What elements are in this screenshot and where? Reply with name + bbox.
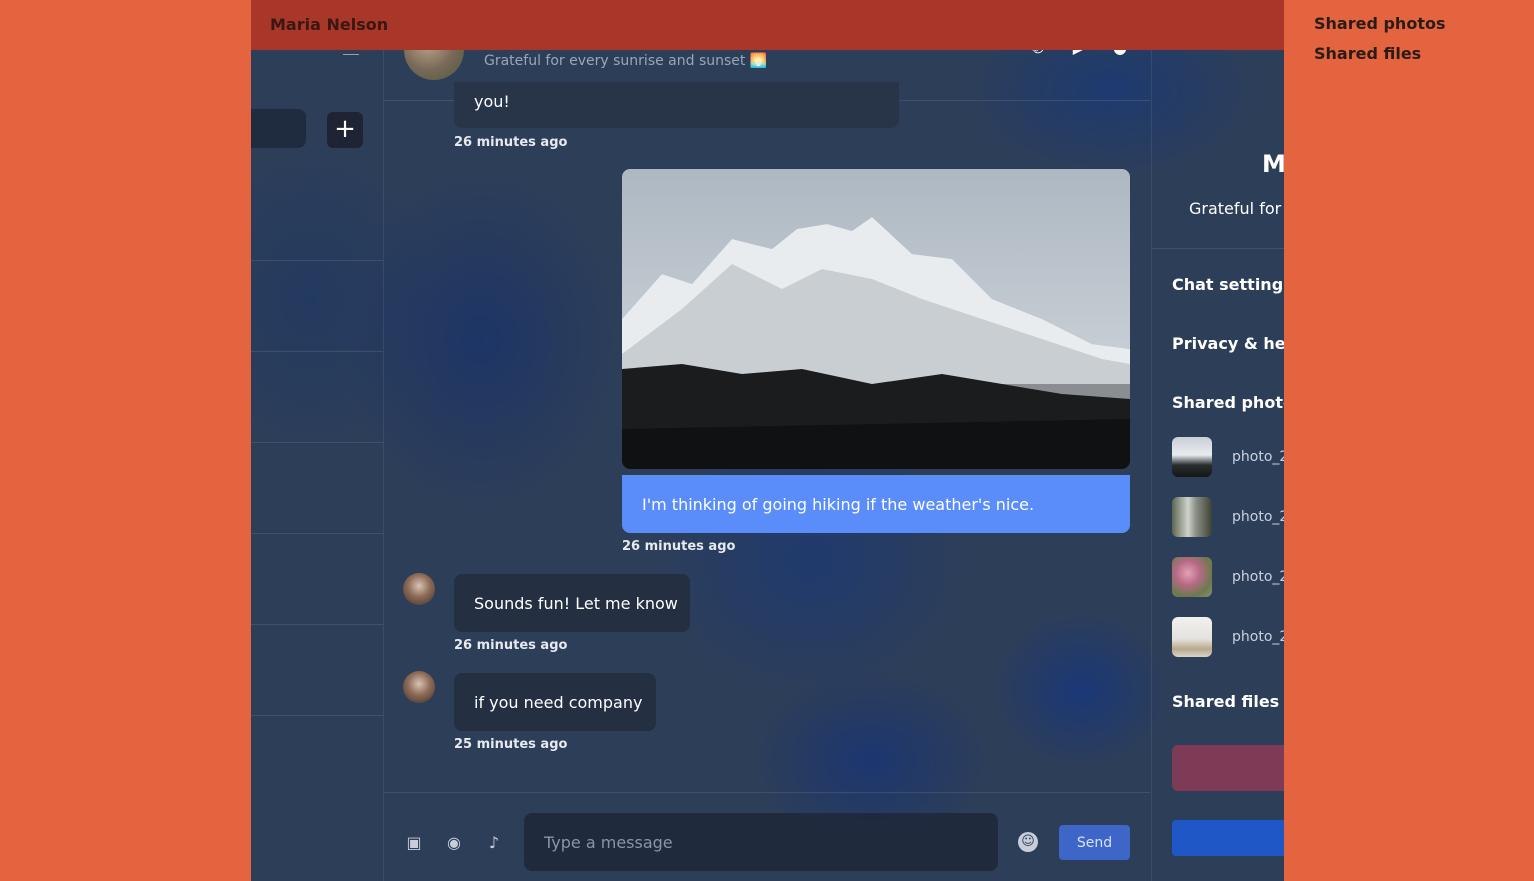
photo-thumbnail[interactable] [1172, 557, 1212, 597]
message-text: I'm thinking of going hiking if the weat… [642, 495, 1035, 514]
mountain-photo [622, 169, 1130, 469]
overlay-links: Shared photos Shared files [1314, 14, 1445, 74]
chat-settings-item[interactable]: Chat settings [1172, 275, 1284, 294]
list-divider [251, 442, 383, 443]
shared-photos-heading[interactable]: Shared photos [1172, 393, 1284, 412]
photo-filename[interactable]: photo_2 [1232, 449, 1284, 465]
photo-filename[interactable]: photo_2 [1232, 509, 1284, 525]
outgoing-message: I'm thinking of going hiking if the weat… [622, 475, 1130, 533]
incoming-message: if you need company [454, 673, 656, 731]
conversation-search-input[interactable] [251, 109, 306, 148]
window-titlebar: Maria Nelson [251, 0, 1284, 50]
emoji-icon[interactable]: ☺ [1018, 832, 1038, 852]
conversation-list-panel: + [251, 0, 384, 881]
privacy-help-item[interactable]: Privacy & help [1172, 334, 1284, 353]
info-contact-status: Grateful for [1189, 199, 1282, 218]
message-timestamp: 26 minutes ago [454, 638, 568, 653]
chat-app: + Grateful for every sunrise and sunset … [251, 0, 1284, 881]
incoming-message: Sounds fun! Let me know [454, 574, 690, 632]
incoming-message: you! [454, 82, 899, 128]
list-divider [251, 533, 383, 534]
photo-filename[interactable]: photo_2 [1232, 629, 1284, 645]
info-contact-name: M [1262, 150, 1284, 178]
contact-status: Grateful for every sunrise and sunset 🌅 [484, 53, 768, 69]
shared-photo-message[interactable] [622, 169, 1130, 469]
image-icon[interactable]: ▣ [404, 833, 424, 853]
photo-filename[interactable]: photo_2 [1232, 569, 1284, 585]
microphone-icon[interactable]: ♪ [484, 833, 504, 853]
message-composer: ▣ ◉ ♪ ☺ Send [384, 792, 1150, 881]
list-divider [251, 624, 383, 625]
message-timestamp: 26 minutes ago [454, 135, 568, 150]
send-button[interactable]: Send [1059, 825, 1130, 860]
divider [1152, 248, 1284, 249]
contact-info-panel: M Grateful for Chat settings Privacy & h… [1151, 0, 1284, 881]
shared-photos-link[interactable]: Shared photos [1314, 14, 1445, 44]
sender-avatar[interactable] [403, 671, 435, 703]
photo-thumbnail[interactable] [1172, 437, 1212, 477]
camera-icon[interactable]: ◉ [444, 833, 464, 853]
list-divider [251, 260, 383, 261]
message-text: Sounds fun! Let me know [474, 594, 678, 613]
photo-thumbnail[interactable] [1172, 617, 1212, 657]
message-input[interactable] [524, 813, 998, 871]
shared-files-heading[interactable]: Shared files [1172, 692, 1279, 711]
block-button[interactable] [1172, 745, 1284, 791]
message-timestamp: 26 minutes ago [622, 539, 736, 554]
message-timestamp: 25 minutes ago [454, 737, 568, 752]
list-divider [251, 715, 383, 716]
window-title: Maria Nelson [270, 15, 389, 34]
list-divider [251, 351, 383, 352]
shared-files-link[interactable]: Shared files [1314, 44, 1445, 74]
action-button[interactable] [1172, 820, 1284, 856]
message-text: if you need company [474, 693, 643, 712]
add-conversation-button[interactable]: + [327, 112, 363, 148]
sender-avatar[interactable] [403, 573, 435, 605]
photo-thumbnail[interactable] [1172, 497, 1212, 537]
message-text: you! [474, 92, 510, 111]
